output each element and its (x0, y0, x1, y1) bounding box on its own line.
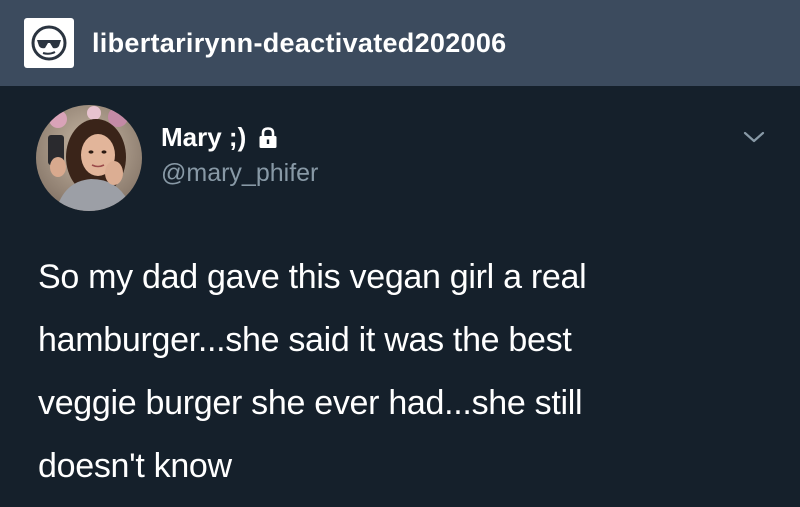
blog-name-link[interactable]: libertarirynn-deactivated202006 (92, 28, 507, 59)
tweet-card: Mary ;) @mary_phifer So my dad gave this… (0, 86, 800, 507)
blog-avatar[interactable] (24, 18, 74, 68)
tweet-body: So my dad gave this vegan girl a real ha… (38, 246, 778, 498)
user-handle[interactable]: @mary_phifer (161, 159, 318, 188)
tweet-text-line: So my dad gave this vegan girl a real (38, 258, 587, 296)
sunglasses-face-icon (31, 25, 67, 61)
tweet-text-line: doesn't know (38, 447, 232, 485)
blog-header: libertarirynn-deactivated202006 (0, 0, 800, 86)
chevron-down-icon (743, 131, 765, 143)
display-name[interactable]: Mary ;) (161, 122, 246, 153)
avatar-photo (36, 105, 142, 211)
profile-avatar[interactable] (36, 105, 142, 211)
tumblr-post: libertarirynn-deactivated202006 Mary ;) … (0, 0, 800, 507)
lock-icon (258, 126, 278, 149)
tweet-text-line: veggie burger she ever had...she still (38, 384, 583, 422)
author-name-row: Mary ;) (161, 122, 278, 153)
tweet-menu-button[interactable] (737, 126, 771, 148)
tweet-text-line: hamburger...she said it was the best (38, 321, 572, 359)
